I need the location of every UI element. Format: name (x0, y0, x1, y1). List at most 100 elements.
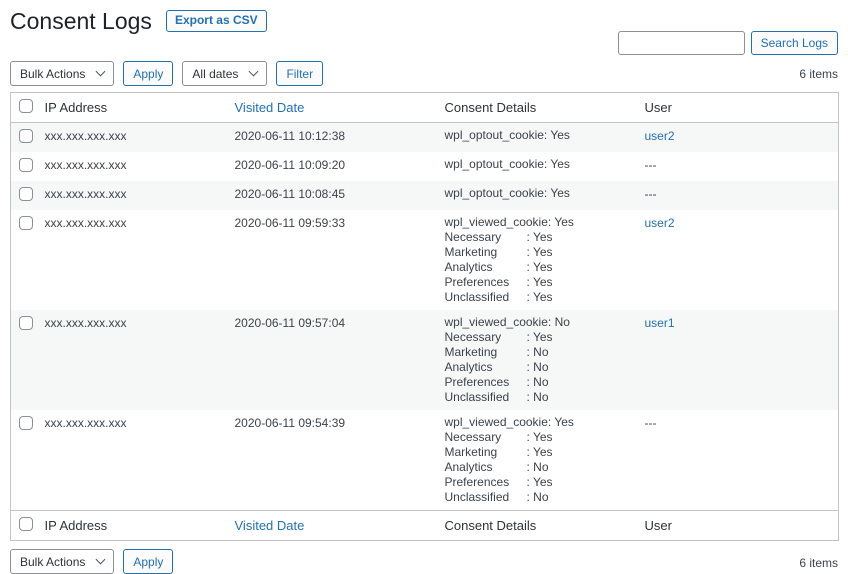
consent-detail-label: Necessary (444, 430, 502, 444)
consent-detail-value: : No (526, 345, 549, 359)
export-csv-button[interactable]: Export as CSV (165, 9, 267, 33)
row-checkbox[interactable] (19, 158, 33, 172)
consent-detail-line: Marketing: No (445, 345, 635, 360)
consent-detail-line: Unclassified: No (445, 490, 635, 505)
user-cell: user1 (644, 310, 839, 410)
top-toolbar: Bulk Actions Apply All dates Filter 6 it… (10, 61, 838, 86)
consent-detail-value: : Yes (526, 230, 553, 244)
visited-date-cell: 2020-06-11 10:08:45 (234, 181, 445, 210)
bulk-actions-select-bottom[interactable]: Bulk Actions (10, 549, 115, 574)
row-checkbox[interactable] (19, 187, 33, 201)
consent-detail-value: : Yes (526, 260, 553, 274)
search-logs-button[interactable]: Search Logs (750, 31, 838, 55)
consent-logs-page: Consent Logs Export as CSV Search Logs B… (0, 0, 848, 574)
consent-detail-value: : No (526, 490, 549, 504)
consent-detail-label: wpl_optout_cookie (444, 157, 544, 171)
consent-detail-value: : Yes (543, 157, 570, 171)
consent-detail-line: Preferences: Yes (445, 275, 635, 290)
consent-detail-value: : Yes (526, 245, 553, 259)
table-row: xxx.xxx.xxx.xxx 2020-06-11 09:59:33 wpl_… (11, 210, 839, 310)
consent-details-cell: wpl_viewed_cookie: Yes Necessary : Yes Mark… (445, 410, 645, 511)
consent-detail-line: Marketing: Yes (445, 245, 635, 260)
consent-detail-label: Necessary (444, 330, 502, 344)
visited-date-cell: 2020-06-11 10:09:20 (234, 158, 346, 172)
consent-logs-table: IP Address Visited Date Consent Details … (10, 92, 839, 541)
apply-button-bottom[interactable]: Apply (123, 549, 174, 574)
select-all-checkbox[interactable] (19, 99, 33, 113)
column-footer-user: User (644, 510, 839, 541)
visited-date-cell: 2020-06-11 09:59:33 (234, 216, 346, 230)
consent-detail-value: : Yes (543, 186, 570, 200)
consent-detail-value: : No (526, 390, 549, 404)
page-title: Consent Logs (10, 8, 152, 34)
ip-address-cell: xxx.xxx.xxx.xxx (44, 122, 235, 152)
column-footer-consent-details: Consent Details (444, 510, 645, 541)
ip-address-cell: xxx.xxx.xxx.xxx (44, 416, 127, 430)
user-link[interactable]: user2 (645, 129, 675, 143)
user-cell: --- (644, 416, 657, 430)
filter-button[interactable]: Filter (276, 61, 324, 86)
row-checkbox[interactable] (19, 316, 33, 330)
table-footer-row: IP Address Visited Date Consent Details … (10, 510, 839, 541)
consent-detail-line: Analytics: No (445, 360, 635, 375)
row-checkbox[interactable] (19, 129, 33, 143)
dates-filter-select[interactable]: All dates (182, 61, 268, 86)
user-link[interactable]: user1 (645, 316, 675, 330)
column-header-consent-details: Consent Details (444, 92, 645, 123)
consent-detail-line: Necessary : Yes (445, 330, 635, 345)
bottom-toolbar-actions: Bulk Actions Apply (10, 549, 174, 574)
user-cell: --- (644, 158, 657, 172)
consent-details-cell: wpl_optout_cookie: Yes (444, 181, 645, 210)
column-header-visited-date[interactable]: Visited Date (235, 100, 305, 115)
row-checkbox[interactable] (19, 216, 33, 230)
table-row: xxx.xxx.xxx.xxx 2020-06-11 09:54:39 wpl_… (11, 410, 839, 511)
consent-detail-label: Marketing (444, 445, 498, 459)
table-header-row: IP Address Visited Date Consent Details … (10, 92, 839, 123)
user-cell: --- (644, 181, 839, 210)
consent-detail-line: Necessary : Yes (445, 430, 635, 445)
consent-detail-line: Analytics : No (445, 460, 635, 475)
consent-detail-line: wpl_optout_cookie: Yes (445, 186, 635, 201)
consent-detail-label: Analytics (444, 360, 493, 374)
table-row: xxx.xxx.xxx.xxx 2020-06-11 10:12:38 wpl_… (10, 122, 839, 152)
select-all-checkbox-footer[interactable] (19, 517, 33, 531)
table-row: xxx.xxx.xxx.xxx 2020-06-11 10:09:20 wpl_… (11, 152, 839, 181)
consent-details-cell: wpl_viewed_cookie: Yes Necessary : Yes Mark… (445, 210, 645, 310)
consent-detail-line: Marketing: Yes (445, 445, 635, 460)
user-link[interactable]: user2 (645, 216, 675, 230)
consent-details-cell: wpl_optout_cookie: Yes (444, 122, 645, 152)
consent-details-cell: wpl_viewed_cookie: No Necessary : Yes Marke… (444, 310, 645, 410)
consent-detail-label: Preferences (444, 275, 510, 289)
bulk-actions-select[interactable]: Bulk Actions (10, 61, 115, 86)
consent-detail-value: : Yes (526, 330, 553, 344)
top-toolbar-actions: Bulk Actions Apply All dates Filter (10, 61, 324, 86)
row-checkbox[interactable] (19, 416, 33, 430)
bottom-toolbar: Bulk Actions Apply 6 items (10, 549, 838, 574)
table-row: xxx.xxx.xxx.xxx 2020-06-11 09:57:04 wpl_… (10, 310, 839, 410)
consent-detail-value: : No (526, 460, 549, 474)
column-footer-visited-date[interactable]: Visited Date (235, 518, 305, 533)
chevron-down-icon (95, 66, 106, 77)
visited-date-cell: 2020-06-11 09:57:04 (234, 310, 445, 410)
consent-detail-label: Analytics (444, 460, 493, 474)
consent-detail-line: Unclassified: Yes (445, 290, 635, 305)
search-input[interactable] (617, 31, 745, 55)
consent-detail-label: Necessary (444, 230, 502, 244)
chevron-down-icon (248, 66, 259, 77)
consent-detail-line: wpl_viewed_cookie: No (445, 315, 635, 330)
visited-date-cell: 2020-06-11 09:54:39 (234, 416, 346, 430)
consent-detail-label: wpl_optout_cookie (444, 186, 544, 200)
table-header: IP Address Visited Date Consent Details … (10, 92, 839, 123)
consent-detail-value: : Yes (543, 128, 570, 142)
ip-address-cell: xxx.xxx.xxx.xxx (44, 216, 127, 230)
consent-detail-line: Preferences: No (445, 375, 635, 390)
consent-detail-label: wpl_viewed_cookie (444, 415, 548, 429)
consent-detail-value: : Yes (526, 430, 553, 444)
consent-detail-line: wpl_viewed_cookie: Yes (445, 215, 635, 230)
table-row: xxx.xxx.xxx.xxx 2020-06-11 10:08:45 wpl_… (10, 181, 839, 210)
apply-button-top[interactable]: Apply (123, 61, 174, 86)
user-cell: user2 (644, 122, 839, 152)
consent-detail-line: Preferences: Yes (445, 475, 635, 490)
items-count-top: 6 items (799, 67, 838, 81)
consent-detail-label: Preferences (444, 375, 510, 389)
